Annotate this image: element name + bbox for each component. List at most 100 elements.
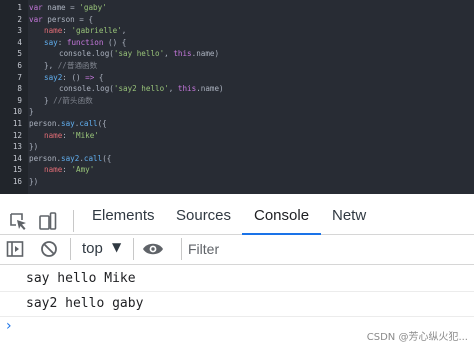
code-text: var name = 'gaby' (29, 2, 107, 14)
code-text: person.say2.call({ (29, 153, 111, 165)
code-line: 10} (0, 106, 474, 118)
code-token: , (164, 49, 174, 59)
code-token: call (79, 119, 98, 128)
code-token: .name) (191, 49, 220, 59)
code-line: 5 console.log('say hello', this.name) (0, 48, 474, 60)
live-expression-eye-icon[interactable] (142, 239, 164, 263)
code-token: say2 (61, 153, 80, 163)
console-toolbar: top ▼ Filter (0, 234, 474, 265)
code-line: 16}) (0, 176, 474, 188)
watermark: CSDN @芳心纵火犯... (366, 332, 468, 343)
code-text: } (29, 106, 34, 118)
code-text: }) (29, 141, 38, 153)
tab-network-label: Netw (332, 207, 367, 224)
code-token: () { (103, 37, 127, 47)
code-token: , (168, 84, 178, 94)
line-number: 1 (17, 3, 22, 12)
code-line: 4 say: function () { (0, 37, 474, 49)
code-token: name (44, 130, 63, 140)
code-token: ({ (97, 119, 107, 128)
code-token: }) (29, 177, 39, 186)
line-number: 3 (17, 26, 22, 36)
code-token: call (83, 153, 103, 163)
tab-sources[interactable]: Sources (176, 198, 231, 234)
code-token: { (94, 72, 104, 82)
code-token: person (29, 119, 57, 128)
toolbar-separator (133, 238, 134, 260)
code-token: this (177, 84, 197, 94)
code-line: 13}) (0, 141, 474, 153)
code-token: 'Amy' (71, 165, 95, 175)
line-number: 16 (12, 177, 22, 186)
tab-console[interactable]: Console (242, 198, 322, 235)
device-toolbar-icon[interactable] (38, 211, 58, 235)
tab-elements-label: Elements (92, 207, 155, 224)
code-token: .log( (91, 84, 114, 94)
console-log-entry: say2 hello gaby (0, 292, 474, 317)
line-number: 13 (12, 142, 22, 152)
code-text: console.log('say2 hello', this.name) (59, 83, 224, 95)
code-token: : () (62, 72, 86, 82)
context-selector[interactable]: top (82, 239, 103, 259)
code-token: say (61, 119, 75, 128)
inspect-element-icon[interactable] (8, 211, 28, 235)
code-token: => (85, 72, 95, 82)
code-text: }, //普通函数 (44, 60, 97, 72)
code-token: = { (74, 14, 94, 24)
code-line: 9} //箭头函数 (0, 95, 474, 107)
sidebar-toggle-icon[interactable] (6, 240, 24, 262)
line-number: 7 (17, 72, 22, 82)
code-line: 12 name: 'Mike' (0, 130, 474, 142)
code-text: say: function () { (44, 37, 126, 49)
code-line: 15 name: 'Amy' (0, 164, 474, 176)
code-token: .name) (196, 84, 224, 94)
code-token: , (121, 26, 127, 36)
code-token: 'gaby' (79, 3, 107, 12)
tab-network[interactable]: Netw (332, 198, 366, 234)
code-token: console (59, 84, 92, 94)
line-number: 14 (12, 153, 22, 163)
code-token: } (29, 107, 34, 117)
filter-input[interactable]: Filter (188, 241, 219, 257)
code-text: } //箭头函数 (44, 95, 93, 107)
code-line: 11 person.say.call({ (0, 118, 474, 130)
code-line: 1 var name = 'gaby' (0, 2, 474, 14)
code-token: ({ (102, 153, 112, 163)
code-token: person (47, 14, 75, 24)
code-token: }) (29, 142, 39, 152)
code-line: 8 console.log('say2 hello', this.name) (0, 83, 474, 95)
code-text: var person = { (29, 14, 93, 26)
code-line: 7 say2: () => { (0, 72, 474, 84)
code-line: 2 var person = { (0, 14, 474, 26)
code-token: 'Mike' (71, 130, 99, 140)
code-line: 6}, //普通函数 (0, 60, 474, 72)
code-token: //箭头函数 (53, 95, 93, 105)
code-token: 'say2 hello' (113, 84, 169, 94)
line-number: 8 (17, 84, 22, 94)
clear-console-icon[interactable] (40, 240, 58, 262)
tab-console-label: Console (254, 207, 310, 224)
console-log-entry: say hello Mike (0, 267, 474, 292)
devtools-panel: Elements Sources Console Netw top ▼ Filt… (0, 194, 474, 349)
tab-sources-label: Sources (176, 207, 232, 224)
code-editor: 1 var name = 'gaby' 2 var person = {3 name: … (0, 0, 474, 194)
code-token: console (59, 49, 92, 59)
code-token: = (65, 3, 80, 12)
code-line: 14 person.say2.call({ (0, 153, 474, 165)
line-number: 12 (12, 130, 22, 140)
tab-elements[interactable]: Elements (92, 198, 155, 234)
code-text: say2: () => { (44, 72, 103, 84)
code-token: var (29, 14, 48, 24)
code-text: name: 'gabrielle', (44, 25, 126, 37)
code-line: 3 name: 'gabrielle', (0, 25, 474, 37)
code-token: 'say hello' (113, 49, 165, 59)
context-dropdown-icon[interactable]: ▼ (112, 240, 121, 254)
code-token: } (44, 95, 54, 105)
code-token: say2 (44, 72, 63, 82)
code-token: name (44, 26, 63, 36)
console-prompt-icon[interactable]: › (6, 318, 12, 334)
code-token: name (47, 3, 66, 12)
line-number: 15 (12, 165, 22, 175)
code-token: say (44, 37, 58, 47)
code-token: //普通函数 (57, 61, 98, 70)
